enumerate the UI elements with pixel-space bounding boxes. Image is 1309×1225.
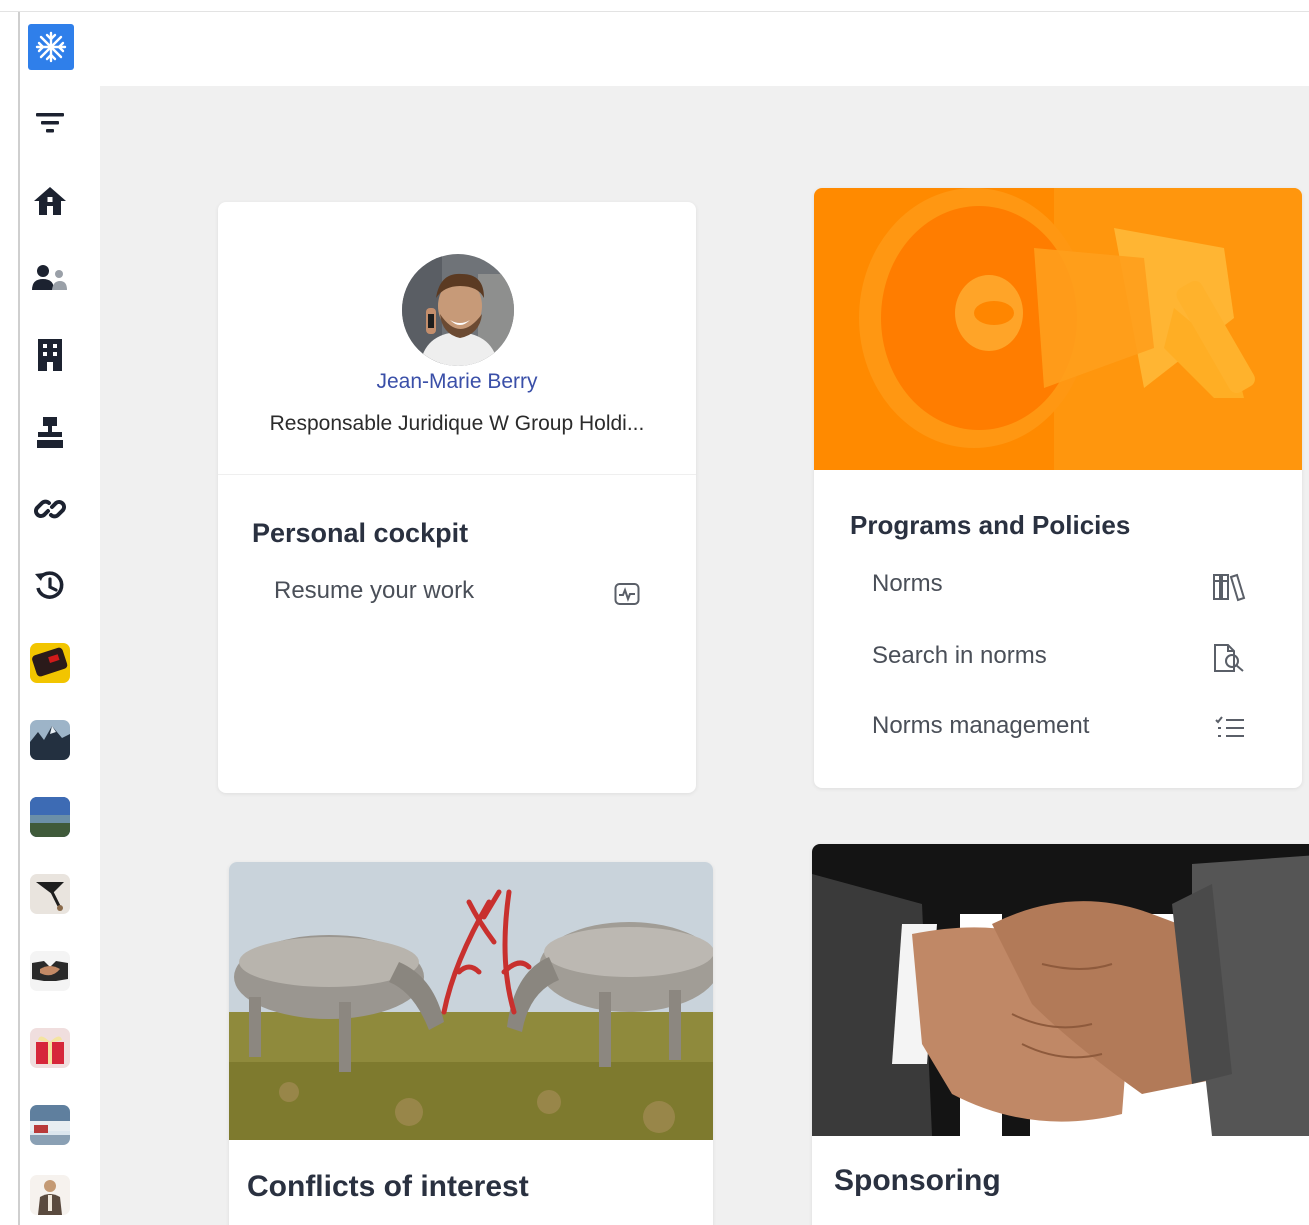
file-search-icon[interactable]	[1212, 643, 1246, 678]
filter-icon[interactable]	[27, 100, 73, 146]
checklist-icon[interactable]	[1214, 715, 1246, 746]
handshake-image	[812, 844, 1309, 1136]
reindeer-image	[229, 862, 713, 1140]
home-icon[interactable]	[27, 178, 73, 224]
section-title-sponsoring: Sponsoring	[834, 1164, 1001, 1197]
app-thumbnail-6[interactable]	[27, 1025, 73, 1071]
activity-icon[interactable]	[614, 582, 640, 611]
profile-role: Responsable Juridique W Group Holdi...	[269, 412, 645, 435]
app-thumbnail-3[interactable]	[27, 794, 73, 840]
personal-cockpit-card: Jean-Marie Berry Responsable Juridique W…	[218, 202, 696, 793]
section-title-conflicts: Conflicts of interest	[247, 1170, 529, 1203]
menu-item-resume-work[interactable]: Resume your work	[274, 577, 474, 605]
main-content: Jean-Marie Berry Responsable Juridique W…	[100, 86, 1309, 1225]
sponsoring-card[interactable]: Sponsoring	[812, 844, 1309, 1225]
section-title-cockpit: Personal cockpit	[252, 518, 469, 548]
programs-and-policies-card: Programs and Policies Norms Search in no…	[814, 188, 1302, 788]
window-top-edge	[0, 0, 1309, 12]
history-icon[interactable]	[27, 563, 73, 609]
section-title-programs: Programs and Policies	[850, 510, 1131, 540]
sidebar	[20, 12, 100, 1225]
snowflake-logo-icon[interactable]	[28, 24, 74, 70]
library-icon[interactable]	[1212, 572, 1246, 607]
card-divider	[218, 474, 696, 475]
megaphone-image	[814, 188, 1302, 470]
app-thumbnail-1[interactable]	[27, 640, 73, 686]
app-thumbnail-4[interactable]	[27, 871, 73, 917]
app-thumbnail-5[interactable]	[27, 948, 73, 994]
avatar[interactable]	[402, 254, 514, 366]
menu-item-search-norms[interactable]: Search in norms	[872, 642, 1047, 670]
top-bar	[100, 12, 1309, 86]
app-thumbnail-2[interactable]	[27, 717, 73, 763]
hierarchy-icon[interactable]	[27, 409, 73, 455]
profile-name[interactable]: Jean-Marie Berry	[218, 370, 696, 394]
users-icon[interactable]	[27, 255, 73, 301]
app-thumbnail-7[interactable]	[27, 1102, 73, 1148]
app-thumbnail-8[interactable]	[27, 1172, 73, 1218]
menu-item-norms[interactable]: Norms	[872, 570, 943, 598]
building-icon[interactable]	[27, 332, 73, 378]
menu-item-norms-management[interactable]: Norms management	[872, 712, 1089, 740]
conflicts-of-interest-card[interactable]: Conflicts of interest	[229, 862, 713, 1225]
link-icon[interactable]	[27, 486, 73, 532]
